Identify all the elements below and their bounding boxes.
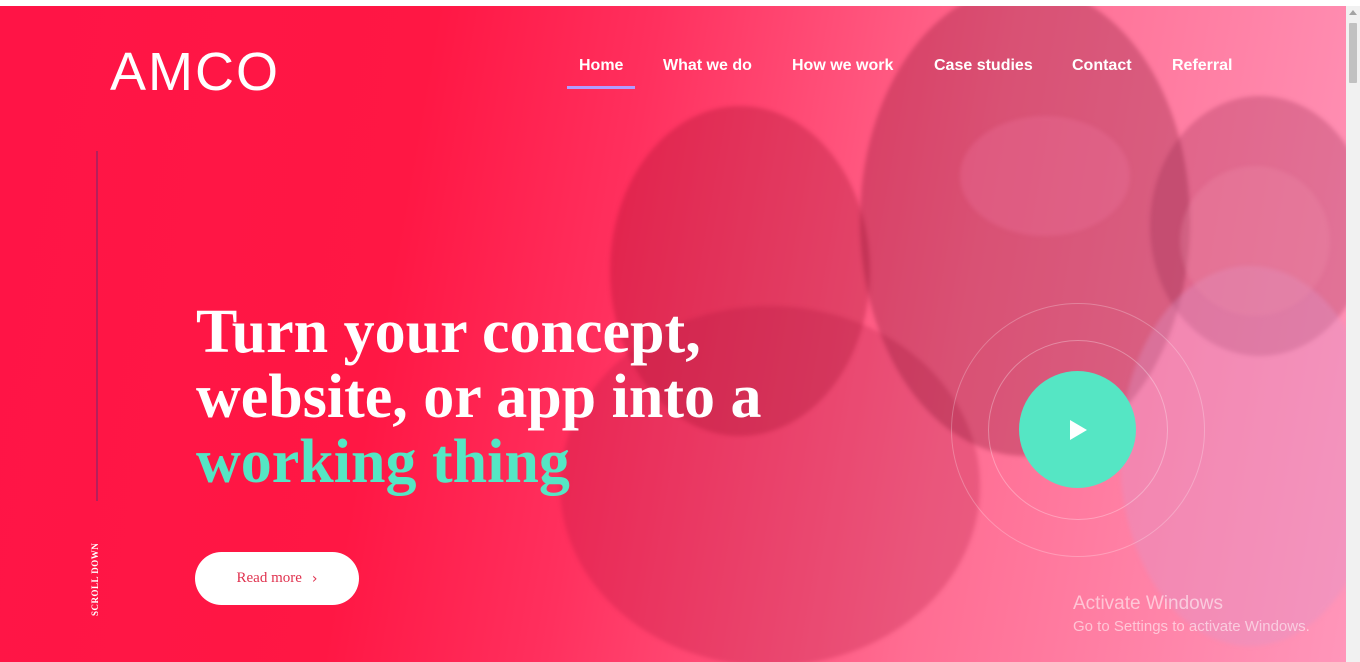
scrollbar-thumb[interactable] [1349, 23, 1357, 83]
play-video-button[interactable] [1019, 371, 1136, 488]
headline-accent: working thing [196, 428, 570, 496]
scroll-indicator-line [96, 151, 98, 501]
nav-item-contact[interactable]: Contact [1072, 56, 1132, 92]
activate-windows-title: Activate Windows [1073, 593, 1223, 614]
main-nav: Home What we do How we work Case studies… [0, 56, 1346, 96]
background-photo-shape [960, 116, 1130, 236]
nav-item-how-we-work[interactable]: How we work [792, 56, 893, 92]
scroll-down-label[interactable]: SCROLL DOWN [90, 536, 100, 616]
chevron-right-icon: › [311, 570, 318, 587]
nav-item-referral[interactable]: Referral [1172, 56, 1232, 92]
read-more-button[interactable]: Read more › [195, 552, 359, 605]
nav-item-what-we-do[interactable]: What we do [663, 56, 752, 92]
nav-item-case-studies[interactable]: Case studies [934, 56, 1033, 92]
activate-windows-watermark: Activate Windows Go to Settings to activ… [1073, 593, 1310, 635]
hero-headline: Turn your concept, website, or app into … [196, 300, 896, 495]
activate-windows-subtitle: Go to Settings to activate Windows. [1073, 618, 1310, 635]
play-icon [1069, 419, 1087, 440]
hero-section: AMCO Home What we do How we work Case st… [0, 6, 1346, 662]
background-photo-shape [1180, 166, 1330, 316]
scroll-up-arrow-icon[interactable] [1349, 10, 1357, 15]
vertical-scrollbar[interactable] [1346, 6, 1360, 662]
headline-line-1: Turn your concept, [196, 298, 701, 366]
nav-item-home[interactable]: Home [566, 56, 637, 92]
read-more-label: Read more [236, 570, 302, 586]
headline-line-2: website, or app into a [196, 363, 762, 431]
